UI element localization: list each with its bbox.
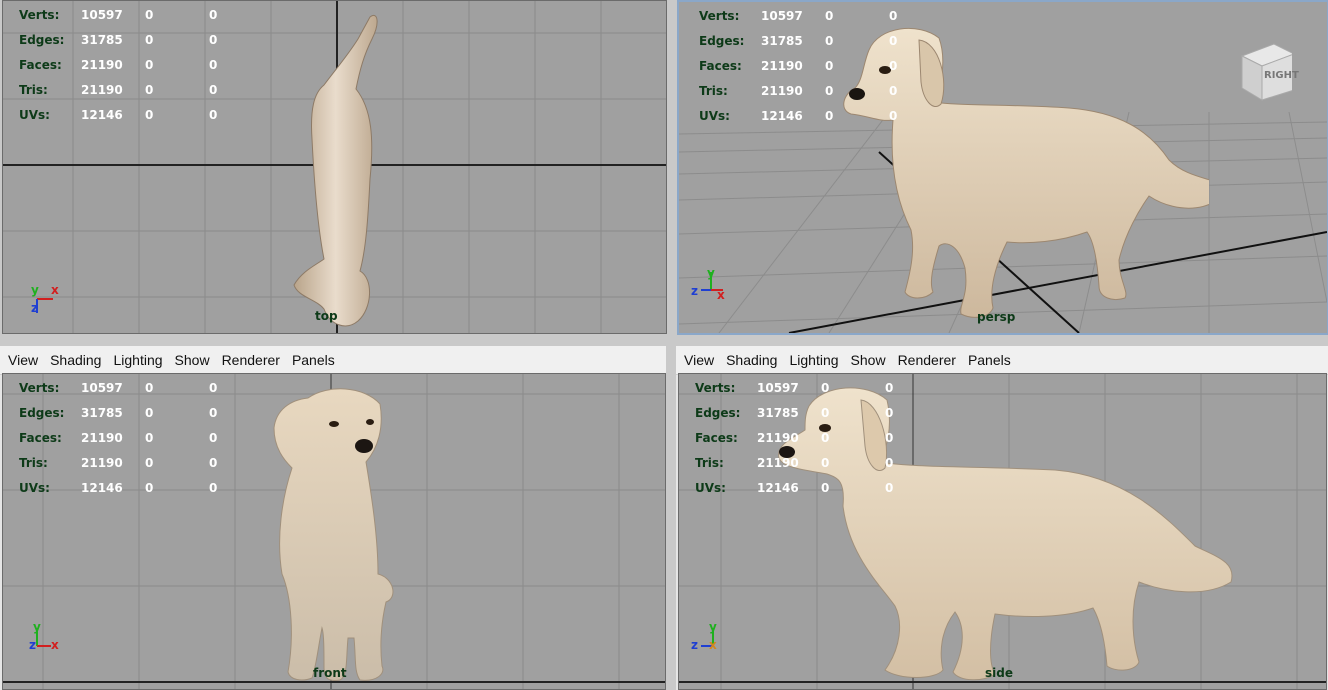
menu-panels[interactable]: Panels xyxy=(292,352,335,368)
camera-label: top xyxy=(315,309,338,323)
hud-row-faces: Faces: 21190 0 0 xyxy=(19,431,218,445)
axis-label-y: y xyxy=(709,620,717,634)
axis-label-y: y xyxy=(31,283,39,297)
poly-count-hud: Verts: 10597 0 0 Edges: 31785 0 0 Faces: 21190 0… xyxy=(19,376,249,501)
viewcube-right-label: RIGHT xyxy=(1264,70,1299,81)
axis-label-z: z xyxy=(691,638,698,652)
hud-row-uvs: UVs: 12146 0 0 xyxy=(19,481,218,495)
menu-lighting[interactable]: Lighting xyxy=(113,352,162,368)
hud-row-uvs: UVs: 12146 0 0 xyxy=(19,108,218,122)
axis-label-y: y xyxy=(33,620,41,634)
hud-row-tris: Tris: 21190 0 0 xyxy=(19,83,218,97)
axis-label-x: x xyxy=(717,288,725,302)
axis-gizmo-top: y x z xyxy=(25,283,65,323)
menu-show[interactable]: Show xyxy=(175,352,210,368)
viewport-side[interactable]: Verts: 10597 0 0 Edges: 31785 0 0 Faces: 21190 0… xyxy=(678,373,1327,690)
axis-label-y: y xyxy=(707,266,715,280)
hud-row-tris: Tris: 21190 0 0 xyxy=(19,456,218,470)
axis-label-z: z xyxy=(29,638,36,652)
hud-row-uvs: UVs: 12146 0 0 xyxy=(699,109,898,123)
menu-lighting[interactable]: Lighting xyxy=(789,352,838,368)
viewport-persp[interactable]: RIGHT Verts: 10597 0 0 Edges: 31785 0 0 Faces:… xyxy=(677,0,1328,335)
axis-label-x: x xyxy=(51,283,59,297)
panel-menubar: View Shading Lighting Show Renderer Pane… xyxy=(676,346,1328,375)
dog-model-front[interactable] xyxy=(268,388,408,688)
hud-row-verts: Verts: 10597 0 0 xyxy=(19,381,218,395)
menu-view[interactable]: View xyxy=(8,352,38,368)
hud-row-edges: Edges: 31785 0 0 xyxy=(19,33,218,47)
hud-row-faces: Faces: 21190 0 0 xyxy=(699,59,898,73)
axis-gizmo-front: y z x xyxy=(23,620,63,660)
hud-row-edges: Edges: 31785 0 0 xyxy=(695,406,894,420)
camera-label: front xyxy=(313,666,347,680)
menu-renderer[interactable]: Renderer xyxy=(898,352,956,368)
hud-row-verts: Verts: 10597 0 0 xyxy=(699,9,898,23)
hud-row-verts: Verts: 10597 0 0 xyxy=(19,8,218,22)
poly-count-hud: Verts: 10597 0 0 Edges: 31785 0 0 Faces: 21190 0… xyxy=(699,4,929,129)
hud-row-tris: Tris: 21190 0 0 xyxy=(699,84,898,98)
menu-panels[interactable]: Panels xyxy=(968,352,1011,368)
menu-renderer[interactable]: Renderer xyxy=(222,352,280,368)
axis-label-z: z xyxy=(31,301,38,315)
hud-row-faces: Faces: 21190 0 0 xyxy=(19,58,218,72)
panel-menubar: View Shading Lighting Show Renderer Pane… xyxy=(0,346,666,375)
panel-side: View Shading Lighting Show Renderer Pane… xyxy=(676,346,1328,690)
hud-row-tris: Tris: 21190 0 0 xyxy=(695,456,894,470)
hud-row-uvs: UVs: 12146 0 0 xyxy=(695,481,894,495)
menu-view[interactable]: View xyxy=(684,352,714,368)
menu-shading[interactable]: Shading xyxy=(50,352,101,368)
poly-count-hud: Verts: 10597 0 0 Edges: 31785 0 0 Faces: 21190 0… xyxy=(19,3,249,128)
poly-count-hud: Verts: 10597 0 0 Edges: 31785 0 0 Faces: 21190 0… xyxy=(695,376,925,501)
axis-label-x: x xyxy=(709,638,717,652)
axis-label-z: z xyxy=(691,284,698,298)
hud-row-verts: Verts: 10597 0 0 xyxy=(695,381,894,395)
axis-label-x: x xyxy=(51,638,59,652)
hud-row-faces: Faces: 21190 0 0 xyxy=(695,431,894,445)
menu-show[interactable]: Show xyxy=(851,352,886,368)
viewport-top[interactable]: Verts: 10597 0 0 Edges: 31785 0 0 Faces: 21190 0… xyxy=(2,0,667,334)
camera-label: side xyxy=(985,666,1013,680)
hud-row-edges: Edges: 31785 0 0 xyxy=(699,34,898,48)
viewport-front[interactable]: Verts: 10597 0 0 Edges: 31785 0 0 Faces: 21190 0… xyxy=(2,373,666,690)
viewcube[interactable]: RIGHT xyxy=(1234,42,1299,102)
menu-shading[interactable]: Shading xyxy=(726,352,777,368)
camera-label: persp xyxy=(977,310,1016,324)
axis-gizmo-side: y z x xyxy=(689,620,729,660)
panel-front: View Shading Lighting Show Renderer Pane… xyxy=(0,346,666,690)
hud-row-edges: Edges: 31785 0 0 xyxy=(19,406,218,420)
dog-model-top[interactable] xyxy=(288,9,408,334)
axis-gizmo-persp: y z x xyxy=(689,266,729,306)
